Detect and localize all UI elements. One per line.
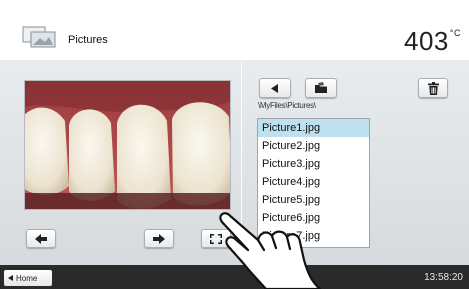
- triangle-left-icon: [8, 275, 13, 281]
- arrow-right-icon: [153, 233, 165, 244]
- clock: 13:58:20: [424, 272, 463, 283]
- file-item-picture4[interactable]: Picture4.jpg: [258, 173, 369, 191]
- file-item-picture3[interactable]: Picture3.jpg: [258, 155, 369, 173]
- home-label: Home: [16, 273, 38, 283]
- temperature-display: 403°C: [404, 26, 461, 57]
- header: Pictures 403°C: [0, 0, 469, 60]
- delete-button[interactable]: [418, 78, 448, 98]
- page-title: Pictures: [68, 34, 108, 46]
- file-item-picture2[interactable]: Picture2.jpg: [258, 137, 369, 155]
- arrow-left-icon: [35, 233, 47, 244]
- back-button[interactable]: [259, 78, 291, 98]
- home-button[interactable]: Home: [4, 270, 52, 286]
- file-item-picture5[interactable]: Picture5.jpg: [258, 191, 369, 209]
- picture-preview[interactable]: [24, 80, 231, 210]
- open-folder-button[interactable]: [305, 78, 337, 98]
- pointing-hand-icon: [219, 212, 322, 289]
- file-item-picture1[interactable]: Picture1.jpg: [258, 119, 369, 137]
- previous-picture-button[interactable]: [26, 229, 56, 248]
- pictures-icon: [22, 26, 56, 48]
- trash-icon: [427, 81, 439, 95]
- folder-path: \MyFiles\Pictures\: [258, 101, 316, 110]
- dental-photo: [25, 81, 230, 209]
- temperature-value: 403: [404, 26, 449, 56]
- temperature-unit: °C: [449, 28, 461, 38]
- triangle-left-icon: [271, 83, 278, 93]
- next-picture-button[interactable]: [144, 229, 174, 248]
- folder-open-icon: [315, 82, 327, 93]
